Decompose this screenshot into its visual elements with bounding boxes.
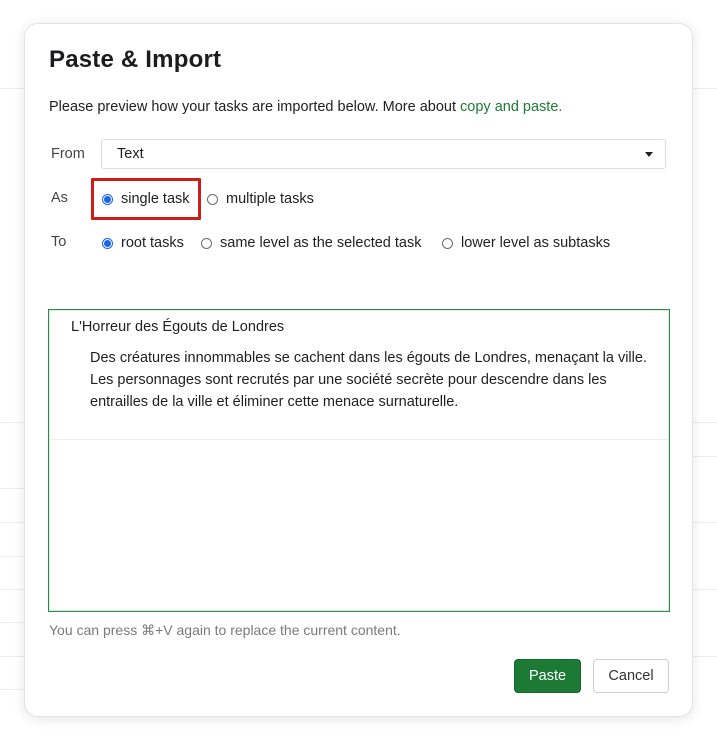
radio-button-checked[interactable] xyxy=(102,237,113,249)
background-row-divider xyxy=(0,689,24,690)
paste-button[interactable]: Paste xyxy=(514,659,581,693)
background-row-divider xyxy=(0,656,24,657)
paste-import-dialog: Paste & Import Please preview how your t… xyxy=(24,23,693,717)
radio-label: same level as the selected task xyxy=(220,235,422,251)
radio-label: lower level as subtasks xyxy=(461,235,611,251)
preview-row-divider xyxy=(50,439,668,440)
chevron-down-icon xyxy=(645,152,653,157)
background-row-divider xyxy=(0,556,24,557)
radio-same-level[interactable]: same level as the selected task xyxy=(201,235,422,251)
from-source-select[interactable]: Text xyxy=(101,139,666,169)
paste-hint-text: You can press ⌘+V again to replace the c… xyxy=(49,622,401,638)
background-row-divider xyxy=(0,522,24,523)
preview-task-notes: Des créatures innommables se cachent dan… xyxy=(90,350,647,410)
background-row-divider xyxy=(0,622,24,623)
radio-button[interactable] xyxy=(442,237,453,249)
radio-button[interactable] xyxy=(207,193,218,205)
background-row-divider xyxy=(693,422,717,423)
intro-text: Please preview how your tasks are import… xyxy=(49,99,562,115)
radio-label: single task xyxy=(121,191,190,207)
background-row-divider xyxy=(693,456,717,457)
background-row-divider xyxy=(0,88,24,89)
background-row-divider xyxy=(0,488,24,489)
copy-paste-help-link[interactable]: copy and paste. xyxy=(460,99,562,115)
background-row-divider xyxy=(693,589,717,590)
radio-label: root tasks xyxy=(121,235,184,251)
as-label: As xyxy=(51,190,68,206)
background-row-divider xyxy=(0,422,24,423)
cancel-button[interactable]: Cancel xyxy=(593,659,669,693)
import-preview-area[interactable]: L'Horreur des Égouts de Londres Des créa… xyxy=(48,309,670,612)
intro-description: Please preview how your tasks are import… xyxy=(49,99,461,115)
radio-lower-level[interactable]: lower level as subtasks xyxy=(442,235,610,251)
to-label: To xyxy=(51,234,67,250)
background-row-divider xyxy=(693,522,717,523)
background-row-divider xyxy=(693,656,717,657)
from-label: From xyxy=(51,146,85,162)
background-row-divider xyxy=(693,88,717,89)
background-row-divider xyxy=(0,589,24,590)
dialog-title: Paste & Import xyxy=(49,46,222,73)
radio-root-tasks[interactable]: root tasks xyxy=(102,235,184,251)
radio-label: multiple tasks xyxy=(226,191,314,207)
preview-task-title: L'Horreur des Égouts de Londres xyxy=(71,319,285,335)
from-selected-value: Text xyxy=(117,146,144,162)
radio-button-checked[interactable] xyxy=(102,193,113,205)
radio-button[interactable] xyxy=(201,237,212,249)
radio-single-task[interactable]: single task xyxy=(102,191,190,207)
radio-multiple-tasks[interactable]: multiple tasks xyxy=(207,191,314,207)
